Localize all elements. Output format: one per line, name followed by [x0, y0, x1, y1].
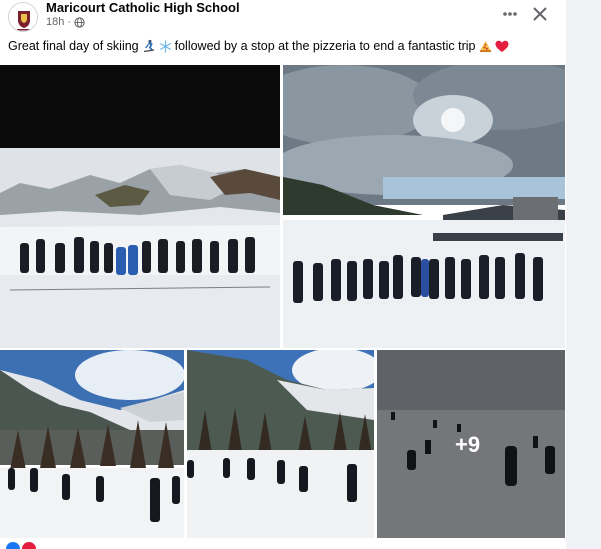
pizza-icon: [479, 40, 491, 52]
skiers-slope-photo-image: [187, 350, 374, 538]
post-header: Maricourt Catholic High School 18h ·: [0, 0, 566, 34]
extra-photos-count[interactable]: +9: [455, 432, 480, 458]
post-meta: 18h ·: [46, 16, 85, 28]
close-button[interactable]: [528, 3, 552, 25]
ski-group-photo-image: [0, 65, 280, 348]
school-avatar[interactable]: [8, 2, 38, 32]
photo-group-cloudy-sky[interactable]: [283, 65, 565, 348]
facebook-post: Maricourt Catholic High School 18h · Gre…: [0, 0, 566, 549]
page-scroll-area[interactable]: [566, 0, 601, 549]
skiers-forest-photo-image: [0, 350, 184, 538]
like-reaction-icon: [6, 542, 20, 549]
post-caption: Great final day of skiing followed by a …: [8, 39, 509, 53]
caption-text-end: followed by a stop at the pizzeria to en…: [174, 39, 476, 53]
close-icon: [533, 7, 547, 21]
page-name-link[interactable]: Maricourt Catholic High School: [46, 0, 240, 15]
post-timestamp[interactable]: 18h: [46, 16, 64, 28]
photo-more-overlay[interactable]: +9: [377, 350, 565, 538]
more-options-icon: [503, 12, 517, 16]
photo-skiers-forest-2[interactable]: [187, 350, 374, 538]
caption-text-start: Great final day of skiing: [8, 39, 139, 53]
meta-separator: ·: [67, 16, 72, 28]
globe-icon[interactable]: [74, 16, 85, 28]
school-crest-icon: [9, 3, 37, 31]
skier-icon: [143, 39, 154, 53]
photo-skiers-forest-1[interactable]: [0, 350, 184, 538]
snowflake-icon: [159, 39, 171, 53]
love-reaction-icon: [22, 542, 36, 549]
red-heart-icon: [495, 40, 508, 52]
more-options-button[interactable]: [498, 3, 522, 25]
reaction-summary[interactable]: [6, 542, 36, 549]
cloudy-slope-photo-image: [283, 65, 565, 348]
photo-group-on-slope[interactable]: [0, 65, 280, 348]
